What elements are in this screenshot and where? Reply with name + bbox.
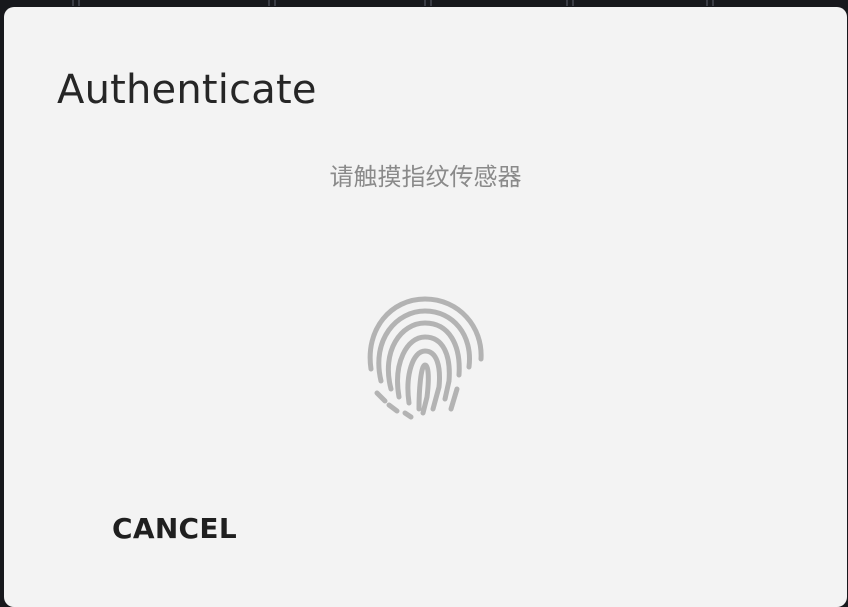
fingerprint-prompt: 请触摸指纹传感器: [329, 163, 522, 191]
authentication-dialog: Authenticate 请触摸指纹传感器 CANCEL: [4, 7, 847, 607]
backdrop-fragment: [566, 0, 574, 6]
fingerprint-icon: [367, 296, 484, 420]
backdrop-fragment: [424, 0, 432, 6]
backdrop-fragment: [268, 0, 276, 6]
backdrop-fragment: [72, 0, 80, 6]
dialog-title: Authenticate: [57, 67, 317, 113]
cancel-button[interactable]: CANCEL: [112, 512, 237, 545]
backdrop-fragment: [706, 0, 714, 6]
